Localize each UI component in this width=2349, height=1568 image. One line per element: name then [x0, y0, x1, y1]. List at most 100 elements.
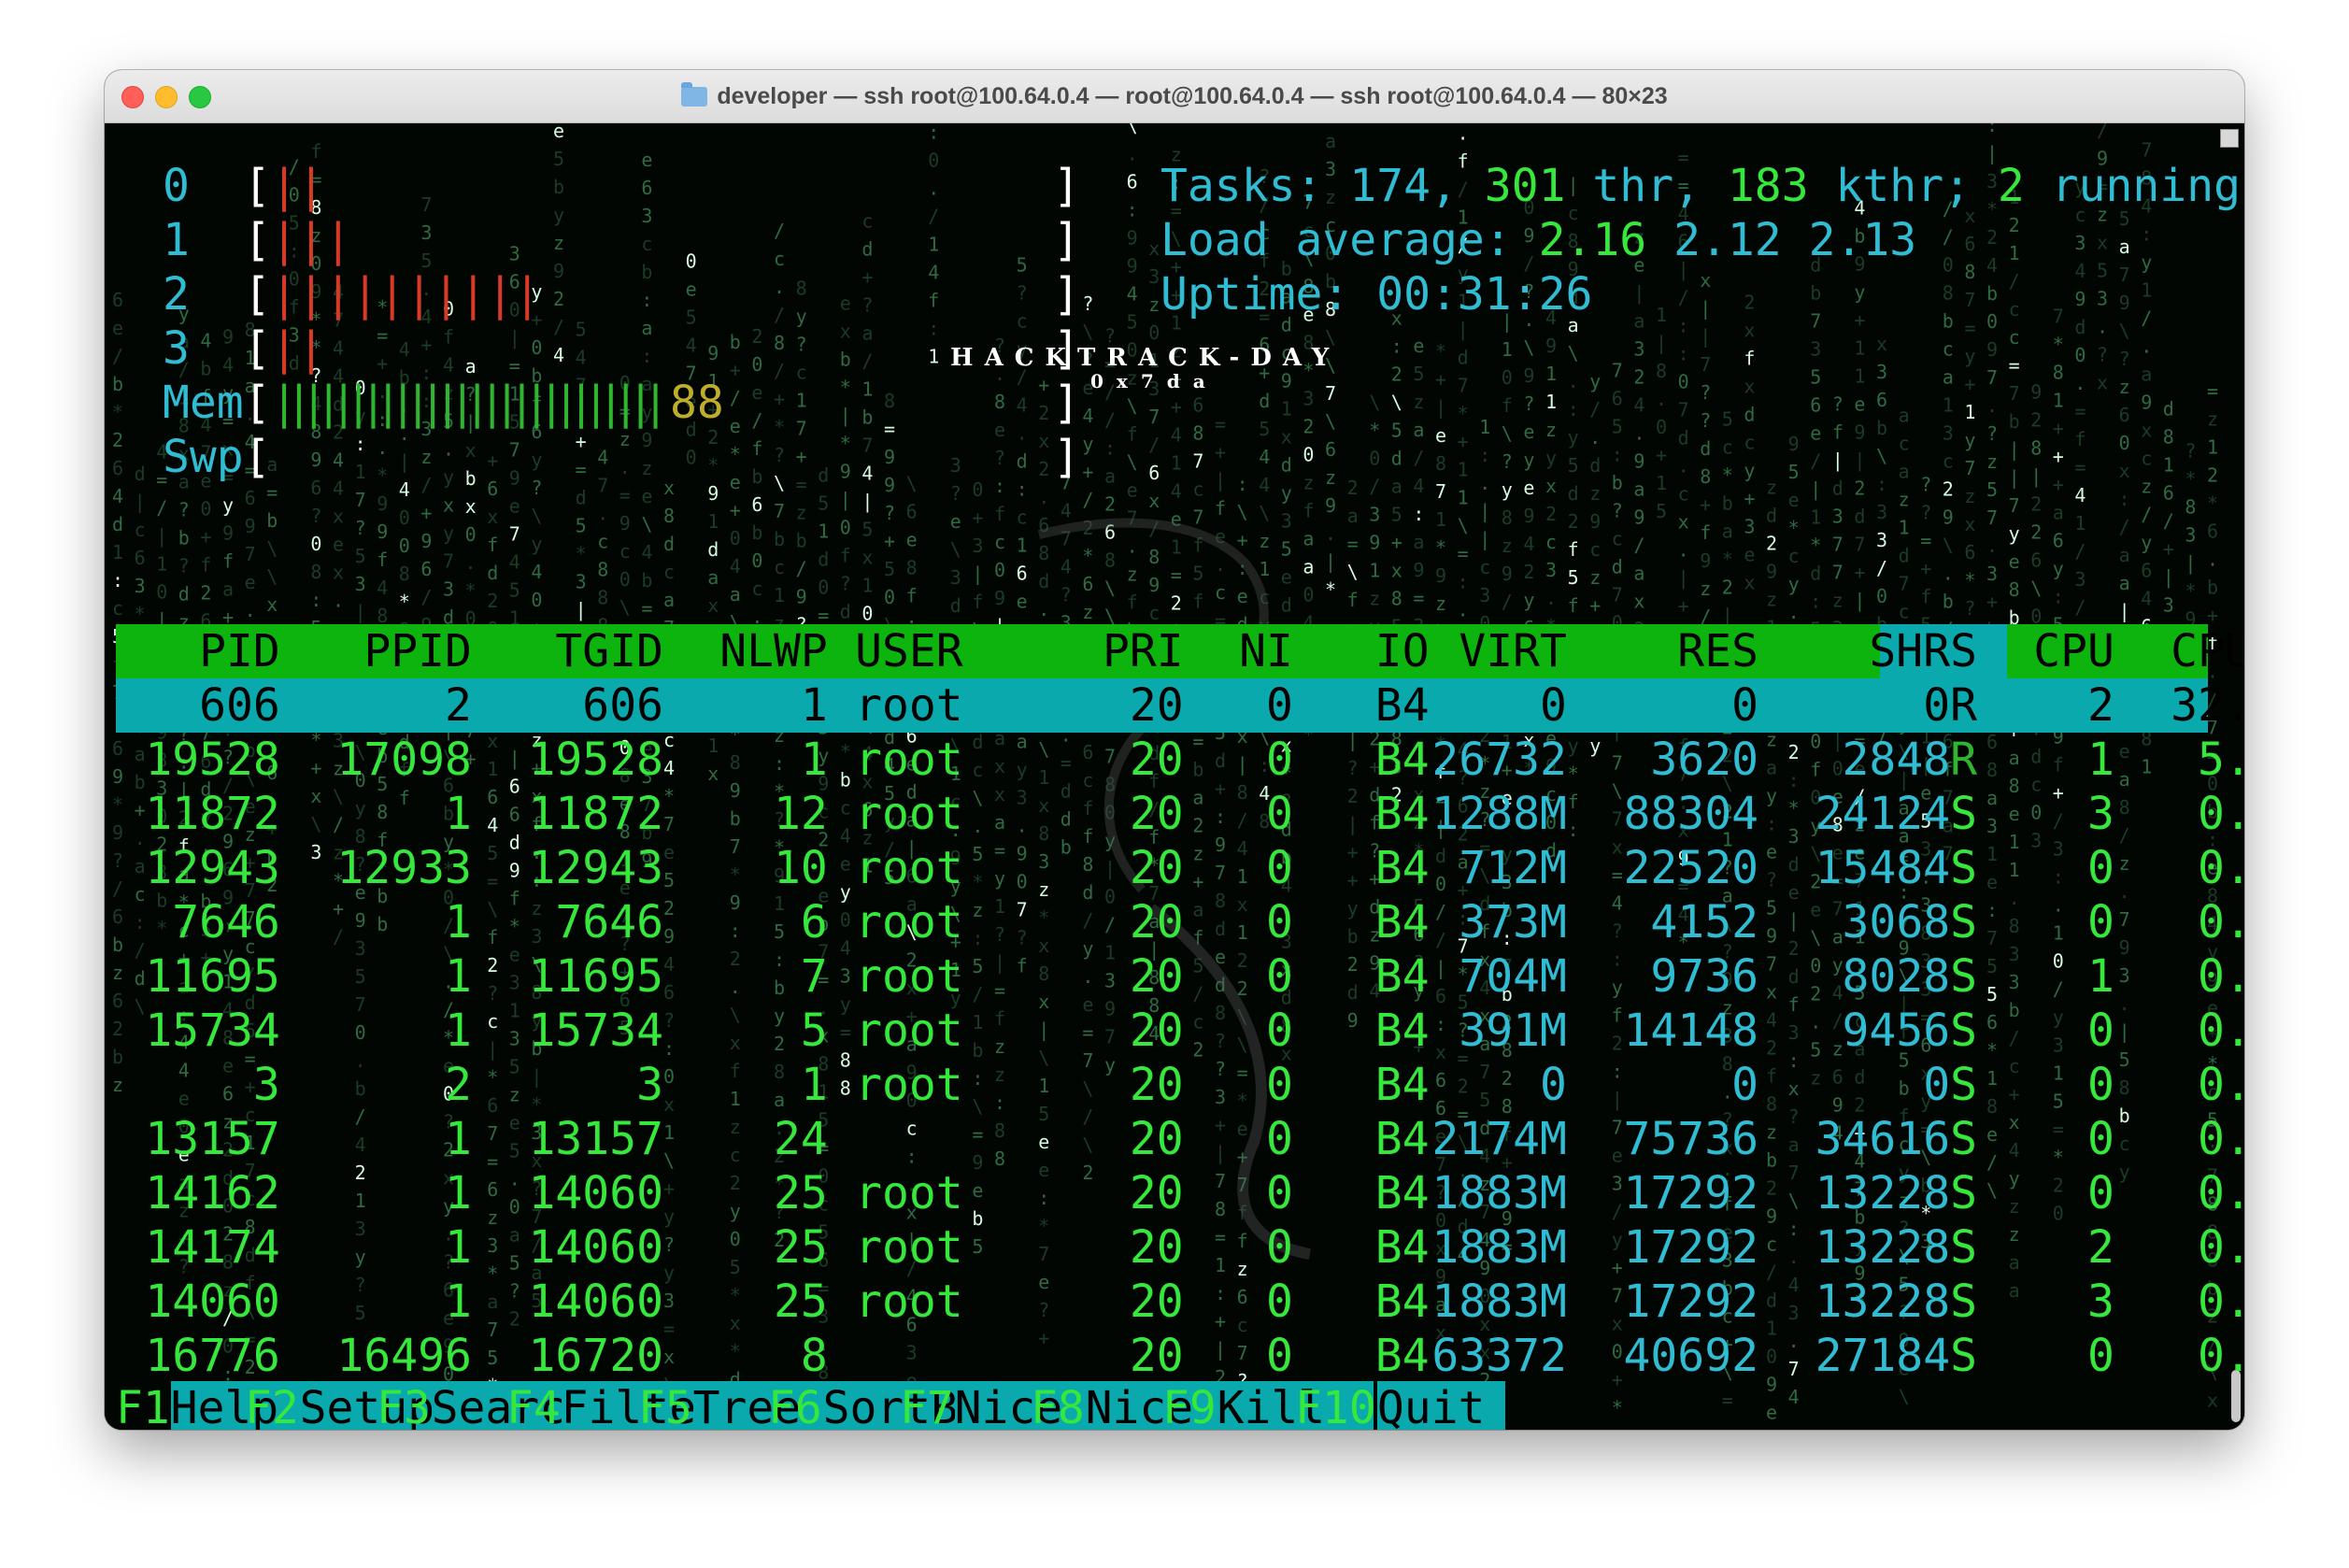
svg-text:1: 1 — [1435, 508, 1446, 531]
scroll-marker-icon[interactable] — [2220, 129, 2239, 148]
svg-text:6: 6 — [2207, 520, 2218, 542]
title-bar[interactable]: developer — ssh root@100.64.0.4 — root@1… — [105, 70, 2244, 123]
cell-ni: 0 — [1266, 1113, 1293, 1165]
svg-text:b: b — [774, 976, 785, 999]
svg-text:x: x — [266, 593, 278, 616]
cell-cpu: 0 — [2087, 896, 2114, 948]
cell-nlwp: 8 — [800, 1330, 828, 1382]
svg-text:7: 7 — [861, 435, 873, 457]
fkey-tree-key[interactable]: F5 — [638, 1381, 692, 1430]
svg-text:/: / — [2074, 540, 2086, 563]
svg-text:2: 2 — [509, 1308, 520, 1331]
svg-text:b: b — [1612, 471, 1623, 493]
svg-text:c: c — [796, 362, 807, 384]
svg-text:2: 2 — [1766, 533, 1777, 555]
svg-text:6: 6 — [1325, 438, 1336, 461]
svg-text:f: f — [1788, 993, 1800, 1016]
cell-ppid: 1 — [445, 950, 472, 1003]
svg-text:c: c — [663, 561, 675, 583]
svg-text:?: ? — [1347, 757, 1359, 779]
cpu0-meter: 0 [|| — [163, 160, 325, 212]
svg-text:\: \ — [1038, 738, 1049, 761]
fkey-setup-key[interactable]: F2 — [245, 1381, 299, 1430]
svg-text:*: * — [840, 741, 851, 763]
svg-text:?: ? — [774, 444, 785, 466]
svg-text:f: f — [1237, 1230, 1248, 1252]
svg-text:c: c — [751, 577, 762, 600]
fkey-quit-key[interactable]: F10 — [1295, 1381, 1376, 1430]
svg-text:2: 2 — [1523, 561, 1534, 583]
svg-text:3: 3 — [2030, 830, 2042, 852]
svg-text:9: 9 — [1523, 505, 1534, 527]
svg-text:8: 8 — [1766, 1093, 1777, 1116]
cell-ppid: 1 — [445, 1113, 472, 1165]
svg-text:1: 1 — [2009, 831, 2020, 853]
svg-text:9: 9 — [1281, 370, 1292, 392]
svg-text:2: 2 — [1104, 493, 1116, 516]
svg-text:c: c — [1479, 556, 1490, 578]
svg-text:1: 1 — [861, 378, 873, 401]
fkey-sortby-key[interactable]: F6 — [768, 1381, 822, 1430]
svg-text:9: 9 — [1943, 506, 1954, 529]
svg-text:8: 8 — [994, 1147, 1005, 1170]
svg-text:.: . — [1127, 143, 1138, 165]
svg-text:e: e — [1854, 393, 1865, 416]
cell-virt: 1883M — [1431, 1167, 1567, 1219]
svg-text:\: \ — [1943, 535, 1954, 557]
svg-text:3: 3 — [2009, 943, 2020, 965]
svg-text::: : — [774, 752, 785, 775]
svg-text::: : — [1237, 473, 1248, 495]
svg-text:e: e — [1986, 871, 1998, 893]
fkey-search-key[interactable]: F3 — [377, 1381, 431, 1430]
svg-text:3: 3 — [355, 937, 366, 960]
cell-cpupct: 5.1 — [2197, 734, 2244, 786]
svg-text:0: 0 — [355, 1021, 366, 1044]
fkey-kill-key[interactable]: F9 — [1162, 1381, 1217, 1430]
svg-text:5: 5 — [1281, 538, 1292, 561]
svg-text:2: 2 — [1347, 785, 1359, 807]
window-title-text: developer — ssh root@100.64.0.4 — root@1… — [717, 83, 1668, 109]
svg-text:z: z — [1986, 450, 1998, 473]
svg-text:y: y — [1568, 734, 1579, 757]
svg-text:7: 7 — [1017, 898, 1028, 920]
svg-text:y: y — [355, 1246, 366, 1268]
svg-text:/: / — [1612, 1200, 1623, 1222]
svg-text:5: 5 — [1810, 366, 1821, 389]
svg-text:?: ? — [1082, 292, 1093, 315]
svg-text:2: 2 — [1347, 953, 1359, 976]
svg-text:5: 5 — [509, 1056, 520, 1078]
svg-text:*: * — [840, 377, 851, 399]
cell-ppid: 1 — [445, 788, 472, 840]
cell-io: B4 — [1374, 1221, 1430, 1274]
svg-text:0: 0 — [686, 447, 697, 469]
svg-text:?: ? — [1061, 583, 1072, 606]
svg-text:x: x — [1744, 572, 1755, 594]
svg-text:7: 7 — [1986, 366, 1998, 389]
terminal-content[interactable]: 6e/b*264d1:c5f7:69*9?/6bz62bzd|c63*:/y0a… — [105, 123, 2244, 1430]
svg-text:z: z — [1192, 843, 1203, 865]
fkey-filter-key[interactable]: F4 — [506, 1381, 561, 1430]
svg-text:|: | — [1215, 469, 1226, 492]
cell-virt: 0 — [1540, 679, 1567, 732]
cell-tgid: 12943 — [528, 842, 664, 894]
svg-text:0: 0 — [310, 533, 321, 555]
fkey-nice-key[interactable]: F8 — [1031, 1381, 1085, 1430]
column-header-virt: VIRT — [1459, 625, 1567, 677]
svg-text:b: b — [1347, 925, 1359, 948]
svg-text:c: c — [1943, 338, 1954, 361]
svg-text:/: / — [1082, 909, 1093, 932]
svg-text:z: z — [112, 1074, 123, 1096]
svg-text:=: = — [972, 1123, 983, 1146]
svg-text:1: 1 — [1171, 452, 1182, 475]
fkey-help-key[interactable]: F1 — [116, 1381, 170, 1430]
svg-text:/: / — [2119, 824, 2130, 847]
cell-res: 4152 — [1650, 896, 1758, 948]
svg-text:.: . — [2119, 880, 2130, 903]
svg-text:|: | — [2163, 566, 2174, 589]
cell-io: B4 — [1374, 1330, 1430, 1382]
fkey-quit-button[interactable]: Quit — [1377, 1381, 1486, 1430]
svg-text:/: / — [333, 926, 344, 948]
svg-text::: : — [112, 569, 123, 592]
fkey-nice-key[interactable]: F7 — [900, 1381, 954, 1430]
svg-text:9: 9 — [112, 765, 123, 788]
